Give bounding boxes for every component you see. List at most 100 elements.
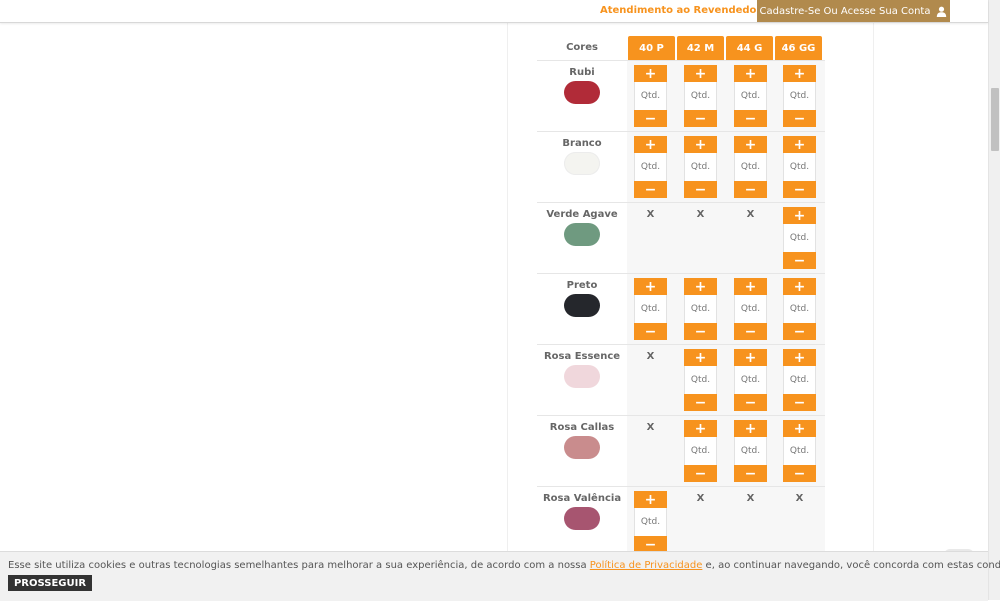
decrease-qty-button[interactable]: −	[734, 394, 767, 411]
quantity-stepper: +−	[783, 136, 816, 198]
decrease-qty-button[interactable]: −	[783, 110, 816, 127]
decrease-qty-button[interactable]: −	[634, 181, 667, 198]
color-swatch[interactable]	[564, 294, 600, 317]
quantity-stepper: +−	[734, 65, 767, 127]
color-name: Branco	[562, 138, 602, 149]
size-header-46gg: 46 GG	[775, 36, 822, 60]
quantity-input[interactable]	[634, 153, 667, 181]
page-scrollbar[interactable]	[988, 0, 1000, 600]
quantity-stepper: +−	[634, 65, 667, 127]
quantity-input[interactable]	[734, 295, 767, 323]
colors-column-label: Cores	[566, 42, 598, 53]
proceed-button[interactable]: PROSSEGUIR	[8, 575, 92, 591]
decrease-qty-button[interactable]: −	[684, 323, 717, 340]
quantity-input[interactable]	[634, 508, 667, 536]
privacy-policy-link[interactable]: Política de Privacidade	[590, 560, 703, 571]
color-swatch[interactable]	[564, 365, 600, 388]
size-header-44g: 44 G	[726, 36, 773, 60]
size-header-42m: 42 M	[677, 36, 724, 60]
color-name: Rubi	[569, 67, 595, 78]
decrease-qty-button[interactable]: −	[734, 465, 767, 482]
increase-qty-button[interactable]: +	[783, 65, 816, 82]
increase-qty-button[interactable]: +	[634, 65, 667, 82]
quantity-input[interactable]	[684, 153, 717, 181]
increase-qty-button[interactable]: +	[734, 65, 767, 82]
size-header-40p: 40 P	[628, 36, 675, 60]
quantity-input[interactable]	[734, 437, 767, 465]
increase-qty-button[interactable]: +	[783, 420, 816, 437]
decrease-qty-button[interactable]: −	[783, 323, 816, 340]
decrease-qty-button[interactable]: −	[684, 465, 717, 482]
quantity-input[interactable]	[734, 82, 767, 110]
scrollbar-thumb[interactable]	[991, 88, 999, 151]
increase-qty-button[interactable]: +	[783, 136, 816, 153]
increase-qty-button[interactable]: +	[684, 349, 717, 366]
quantity-input[interactable]	[684, 295, 717, 323]
quantity-input[interactable]	[783, 82, 816, 110]
quantity-stepper: +−	[734, 278, 767, 340]
increase-qty-button[interactable]: +	[783, 278, 816, 295]
quantity-stepper: +−	[634, 136, 667, 198]
quantity-input[interactable]	[783, 366, 816, 394]
color-swatch[interactable]	[564, 507, 600, 530]
increase-qty-button[interactable]: +	[634, 278, 667, 295]
quantity-input[interactable]	[783, 295, 816, 323]
quantity-input[interactable]	[734, 153, 767, 181]
quantity-stepper: +−	[634, 491, 667, 553]
reseller-support-link[interactable]: Atendimento ao Revendedor	[600, 5, 761, 16]
increase-qty-button[interactable]: +	[684, 278, 717, 295]
cookie-banner: Esse site utiliza cookies e outras tecno…	[0, 551, 1000, 601]
quantity-stepper: +−	[783, 349, 816, 411]
increase-qty-button[interactable]: +	[783, 207, 816, 224]
quantity-input[interactable]	[684, 366, 717, 394]
color-name: Rosa Valência	[542, 493, 622, 504]
decrease-qty-button[interactable]: −	[783, 394, 816, 411]
quantity-stepper: +−	[734, 349, 767, 411]
decrease-qty-button[interactable]: −	[783, 252, 816, 269]
increase-qty-button[interactable]: +	[634, 491, 667, 508]
decrease-qty-button[interactable]: −	[734, 323, 767, 340]
quantity-input[interactable]	[734, 366, 767, 394]
color-cell: Rosa Essence	[537, 345, 627, 415]
quantity-stepper: +−	[684, 65, 717, 127]
color-swatch[interactable]	[564, 81, 600, 104]
decrease-qty-button[interactable]: −	[783, 181, 816, 198]
increase-qty-button[interactable]: +	[684, 136, 717, 153]
account-button[interactable]: Cadastre-Se Ou Acesse Sua Conta	[757, 0, 950, 22]
quantity-input[interactable]	[783, 153, 816, 181]
color-row: Preto+−+−+−+−	[537, 273, 825, 344]
decrease-qty-button[interactable]: −	[734, 110, 767, 127]
quantity-input[interactable]	[684, 82, 717, 110]
quantity-input[interactable]	[634, 295, 667, 323]
decrease-qty-button[interactable]: −	[684, 110, 717, 127]
unavailable-mark: X	[696, 209, 705, 220]
increase-qty-button[interactable]: +	[734, 136, 767, 153]
quantity-input[interactable]	[684, 437, 717, 465]
increase-qty-button[interactable]: +	[734, 349, 767, 366]
decrease-qty-button[interactable]: −	[634, 110, 667, 127]
decrease-qty-button[interactable]: −	[684, 394, 717, 411]
cookie-text-end: e, ao continuar navegando, você concorda…	[702, 560, 1000, 571]
quantity-stepper: +−	[783, 207, 816, 269]
decrease-qty-button[interactable]: −	[734, 181, 767, 198]
increase-qty-button[interactable]: +	[734, 278, 767, 295]
increase-qty-button[interactable]: +	[734, 420, 767, 437]
cookie-text-start: Esse site utiliza cookies e outras tecno…	[8, 560, 590, 571]
decrease-qty-button[interactable]: −	[783, 465, 816, 482]
increase-qty-button[interactable]: +	[684, 420, 717, 437]
increase-qty-button[interactable]: +	[684, 65, 717, 82]
increase-qty-button[interactable]: +	[634, 136, 667, 153]
quantity-input[interactable]	[634, 82, 667, 110]
color-swatch[interactable]	[564, 436, 600, 459]
increase-qty-button[interactable]: +	[783, 349, 816, 366]
quantity-stepper: +−	[684, 278, 717, 340]
decrease-qty-button[interactable]: −	[684, 181, 717, 198]
quantity-input[interactable]	[783, 437, 816, 465]
quantity-stepper: +−	[783, 420, 816, 482]
color-swatch[interactable]	[564, 223, 600, 246]
quantity-stepper: +−	[634, 278, 667, 340]
decrease-qty-button[interactable]: −	[634, 323, 667, 340]
color-swatch[interactable]	[564, 152, 600, 175]
quantity-input[interactable]	[783, 224, 816, 252]
quantity-stepper: +−	[783, 65, 816, 127]
